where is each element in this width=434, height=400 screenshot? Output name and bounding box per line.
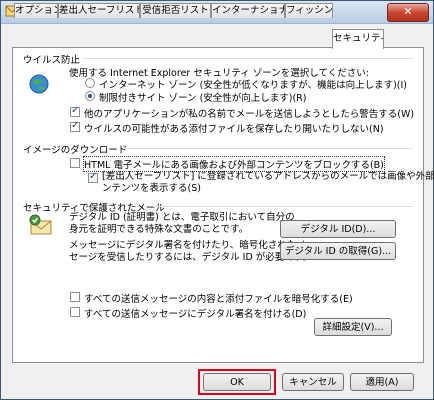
tab-blocked-senders[interactable]: 受信拒否リスト	[140, 3, 211, 18]
digital-signature-description-line2: セージを受信したりするには、デジタル ID が必要です。	[69, 252, 312, 263]
no-save-attachments-checkbox[interactable]	[70, 120, 80, 132]
tab-label: 差出人セーフリスト	[59, 5, 140, 16]
no-save-attachments-label[interactable]: ウイルスの可能性がある添付ファイルを保存したり開いたりしない(N)	[84, 121, 384, 135]
tab-label: オプション	[15, 5, 58, 16]
cancel-button[interactable]: キャンセル	[282, 373, 344, 391]
security-options-dialog: セキュリティのオプション ✕ オプション 差出人セーフリスト 受信拒否リスト イ…	[0, 0, 434, 400]
digital-signature-description-line1: メッセージにデジタル署名を付けたり、暗号化されたメッ	[69, 240, 316, 251]
certificate-envelope-icon	[29, 214, 52, 235]
block-images-label[interactable]: HTML 電子メールにある画像および外部コンテンツをブロックする(B)	[83, 156, 385, 172]
digital-id-button[interactable]: デジタル ID(D)...	[280, 220, 396, 238]
block-images-checkbox[interactable]	[70, 158, 80, 168]
tab-phishing[interactable]: フィッシング	[285, 3, 333, 18]
internet-zone-radio[interactable]	[85, 78, 95, 88]
encrypt-all-checkbox[interactable]	[70, 292, 80, 302]
tab-options[interactable]: オプション	[14, 3, 58, 18]
tab-label: セキュリティ	[333, 33, 384, 44]
tab-security[interactable]: セキュリティ	[332, 29, 384, 49]
encrypt-all-label[interactable]: すべての送信メッセージの内容と添付ファイルを暗号化する(E)	[84, 291, 353, 305]
separator	[83, 58, 413, 59]
ok-button[interactable]: OK	[203, 373, 271, 391]
restricted-zone-radio[interactable]	[85, 91, 95, 101]
separator	[125, 148, 413, 149]
internet-zone-label[interactable]: インターネット ゾーン (安全性が低くなりますが、機能は向上します)(I)	[99, 77, 407, 91]
sign-all-checkbox[interactable]	[70, 307, 80, 317]
tab-label: フィッシング	[286, 5, 333, 16]
virus-protection-heading: ウイルス防止	[23, 55, 81, 66]
security-tab-panel: ウイルス防止 使用する Internet Explorer セキュリティ ゾーン…	[12, 47, 434, 363]
safe-senders-images-label-line2[interactable]: ンテンツを表示する(S)	[102, 183, 201, 195]
tab-label: インターナショナル	[212, 5, 284, 16]
restricted-zone-label[interactable]: 制限付きサイト ゾーン (安全性が向上します)(R)	[99, 90, 307, 104]
warn-send-label[interactable]: 他のアプリケーションが私の名前でメールを送信しようとしたら警告する(W)	[84, 106, 414, 120]
globe-shield-icon	[29, 74, 49, 94]
tab-safe-senders[interactable]: 差出人セーフリスト	[58, 3, 140, 18]
advanced-settings-button[interactable]: 詳細設定(V)...	[314, 318, 392, 336]
warn-send-checkbox[interactable]	[70, 105, 80, 117]
digital-id-description-line1: デジタル ID (証明書) とは、電子取引において自分の	[69, 212, 295, 223]
separator	[153, 206, 413, 207]
image-download-heading: イメージのダウンロード	[23, 145, 128, 156]
safe-senders-images-label-line1[interactable]: [差出人セーフリスト] に登録されているアドレスからのメールでは画像や外部コ	[102, 171, 434, 183]
safe-senders-images-checkbox[interactable]	[88, 171, 98, 183]
tab-international[interactable]: インターナショナル	[211, 3, 285, 18]
sign-all-label[interactable]: すべての送信メッセージにデジタル署名を付ける(D)	[84, 306, 306, 320]
tab-label: 受信拒否リスト	[142, 5, 209, 16]
close-button[interactable]: ✕	[387, 3, 429, 22]
get-digital-id-button[interactable]: デジタル ID の取得(G)...	[280, 242, 396, 260]
apply-button[interactable]: 適用(A)	[350, 373, 414, 391]
digital-id-description-line2: 身元を証明できる特殊な文書のことです。	[69, 224, 249, 235]
